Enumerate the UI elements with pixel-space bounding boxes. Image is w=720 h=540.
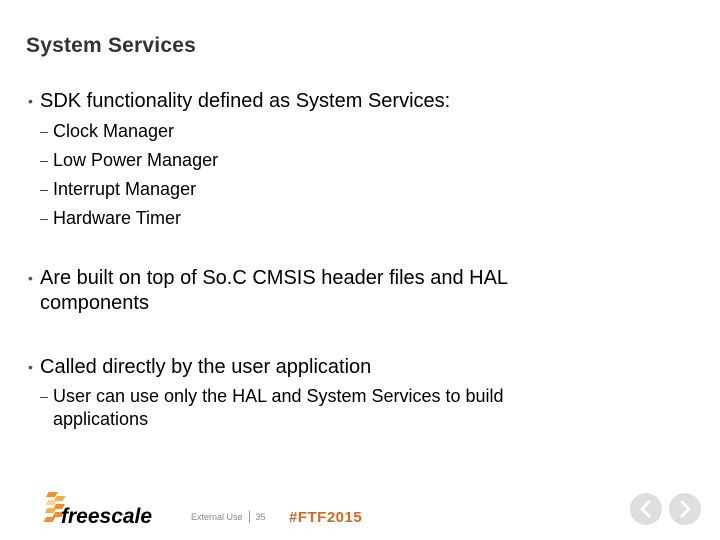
classification-label: External Use (191, 512, 243, 522)
bullet-item: • Are built on top of So.C CMSIS header … (28, 266, 568, 316)
sub-item: – User can use only the HAL and System S… (40, 385, 580, 431)
bullet-text: Called directly by the user application (40, 356, 372, 378)
logo-mark-icon: freescale (43, 492, 152, 528)
sub-item-text: Hardware Timer (53, 208, 182, 228)
bullet-glyph: • (28, 93, 33, 109)
slide-title: System Services (26, 34, 196, 57)
footer-meta: External Use 35 (191, 511, 266, 523)
sub-item-text: Low Power Manager (53, 150, 219, 170)
next-slide-button[interactable] (669, 493, 701, 525)
sub-item-text: Interrupt Manager (53, 179, 197, 199)
dash-glyph: – (40, 152, 48, 168)
sub-item: – Low Power Manager (40, 149, 218, 172)
chevron-right-icon (680, 500, 691, 518)
bullet-glyph: • (28, 270, 33, 286)
logo-wordmark: freescale (61, 505, 152, 528)
previous-slide-button[interactable] (630, 493, 662, 525)
bullet-text: SDK functionality defined as System Serv… (40, 90, 451, 112)
footer-divider (248, 511, 250, 523)
freescale-logo: freescale (28, 490, 168, 530)
dash-glyph: – (40, 181, 48, 197)
dash-glyph: – (40, 388, 48, 404)
bullet-item: • Called directly by the user applicatio… (28, 355, 588, 380)
sub-item: – Hardware Timer (40, 207, 181, 230)
bullet-item: • SDK functionality defined as System Se… (28, 89, 588, 114)
dash-glyph: – (40, 123, 48, 139)
page-number: 35 (255, 512, 266, 522)
bullet-glyph: • (28, 359, 33, 375)
bullet-text: Are built on top of So.C CMSIS header fi… (40, 267, 508, 314)
sub-item-text: Clock Manager (53, 121, 175, 141)
sub-item-text: User can use only the HAL and System Ser… (53, 386, 504, 429)
chevron-left-icon (640, 500, 651, 518)
event-hashtag: #FTF2015 (289, 509, 363, 526)
sub-item: – Clock Manager (40, 120, 174, 143)
dash-glyph: – (40, 210, 48, 226)
sub-item: – Interrupt Manager (40, 178, 196, 201)
